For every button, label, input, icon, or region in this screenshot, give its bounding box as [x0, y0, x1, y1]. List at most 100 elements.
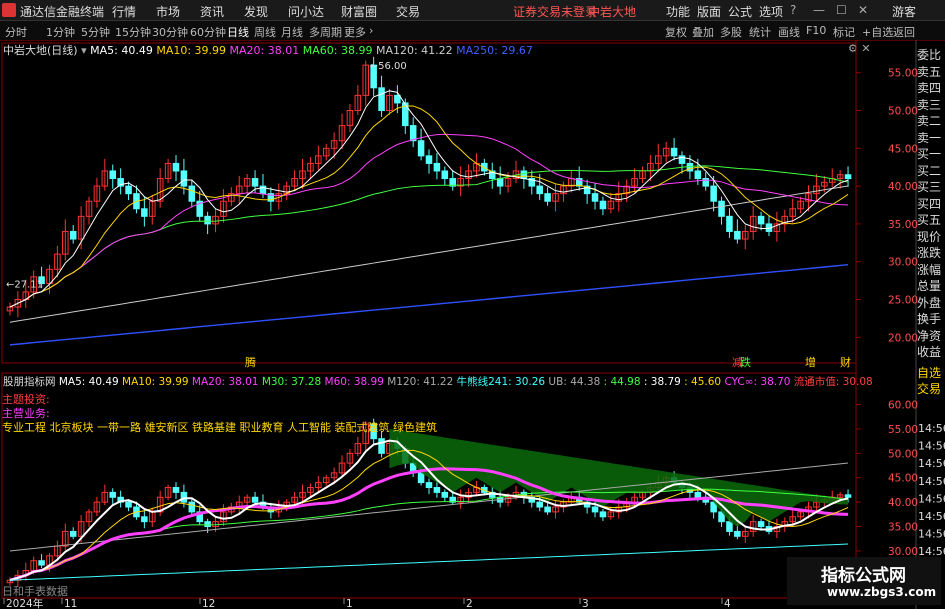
indicator-value-6: 牛熊线241: 30.26 [453, 376, 546, 388]
menu-item-discover[interactable]: 发现 [244, 3, 268, 20]
login-notice[interactable]: 证券交易未登录 [513, 3, 597, 20]
ind-candle-body [172, 487, 180, 493]
ma250-line [9, 264, 849, 346]
candle-body [496, 178, 504, 187]
candle-body [726, 215, 733, 232]
event-label: 腾 [245, 355, 256, 369]
more-chevron-icon[interactable]: › [369, 24, 373, 37]
candle-body [599, 200, 607, 210]
side-item-16[interactable]: 换手 [917, 311, 945, 328]
menu-item-formula[interactable]: 公式 [728, 3, 752, 20]
period-tab-1min[interactable]: 1分钟 [46, 24, 75, 40]
side-item-18[interactable]: 收益 [917, 344, 945, 361]
side-item-5[interactable]: 卖一 [917, 130, 945, 147]
side-item-19[interactable]: 自选 [917, 365, 945, 382]
candle-body [544, 193, 551, 202]
price-tick-label: 35.00 [888, 219, 918, 231]
menu-item-wealth[interactable]: 财富圈 [341, 3, 377, 20]
indicator-title: 股朋指标网 [3, 376, 56, 388]
menu-item-function[interactable]: 功能 [666, 3, 690, 20]
back-button[interactable]: 返回 [893, 24, 915, 40]
side-item-14[interactable]: 总量 [917, 278, 945, 295]
time-label: 14:56 [918, 440, 945, 453]
candle-body [757, 215, 765, 225]
side-item-7[interactable]: 买二 [917, 163, 945, 180]
candle-body [433, 162, 441, 172]
period-tab-5min[interactable]: 5分钟 [81, 24, 110, 40]
add-favorite-button[interactable]: +自选 [862, 24, 893, 40]
adjust-button[interactable]: 复权 [665, 24, 687, 40]
side-item-6[interactable]: 买一 [917, 146, 945, 163]
side-item-15[interactable]: 外盘 [917, 295, 945, 312]
stock-name-header: 中岩大地 [588, 5, 637, 19]
period-tab-60min[interactable]: 60分钟 [190, 24, 226, 40]
period-tab-15min[interactable]: 15分钟 [115, 24, 151, 40]
side-item-20[interactable]: 交易 [917, 381, 945, 398]
price-tick-label: 20.00 [888, 332, 918, 344]
side-item-17[interactable]: 净资 [917, 328, 945, 345]
menu-item-assistant[interactable]: 问小达 [288, 3, 324, 20]
side-item-1[interactable]: 卖五 [917, 64, 945, 81]
event-label: 财 [840, 355, 851, 369]
event-label: 跌 [740, 355, 751, 369]
candle-body [441, 170, 449, 180]
period-tab-weekly[interactable]: 周线 [254, 24, 276, 40]
multi-stock-button[interactable]: 多股 [720, 24, 742, 40]
ind-candle-body [591, 506, 599, 513]
side-item-0[interactable]: 委比 [917, 47, 945, 64]
menu-item-market[interactable]: 行情 [112, 3, 136, 20]
period-tab-30min[interactable]: 30分钟 [152, 24, 188, 40]
overlay-button[interactable]: 叠加 [692, 24, 714, 40]
indicator-value-2: MA20: 38.01 [188, 376, 259, 388]
side-item-10[interactable]: 买五 [917, 212, 945, 229]
side-item-4[interactable]: 卖二 [917, 113, 945, 130]
side-item-9[interactable]: 买四 [917, 196, 945, 213]
period-tab-timeshare[interactable]: 分时 [5, 24, 27, 40]
side-item-3[interactable]: 卖三 [917, 97, 945, 114]
period-tab-multi[interactable]: 多周期 [309, 24, 342, 40]
menu-item-options[interactable]: 选项 [759, 3, 783, 20]
price-tick-label: 25.00 [888, 295, 918, 307]
side-item-2[interactable]: 卖四 [917, 80, 945, 97]
draw-line-button[interactable]: 画线 [778, 24, 800, 40]
mark-button[interactable]: 标记 [833, 24, 855, 40]
side-item-8[interactable]: 买三 [917, 179, 945, 196]
kline-chart[interactable]: 55.00 50.00 45.00 40.00 35.00 30.00 25.00 20.00… [0, 40, 945, 609]
candle-body [69, 230, 77, 240]
indicator-value-3: M30: 37.28 [258, 376, 322, 388]
menu-item-trade[interactable]: 交易 [396, 3, 420, 20]
side-item-11[interactable]: 现价 [917, 229, 945, 246]
help-icon[interactable]: ? [790, 3, 796, 17]
f10-button[interactable]: F10 [806, 24, 826, 37]
ind-candle-body [694, 491, 702, 498]
indicator-value-7: UB: 44.38 [545, 376, 601, 388]
menu-item-layout[interactable]: 版面 [697, 3, 721, 20]
x-axis-label: 1 [346, 598, 353, 609]
price-tick-label: 55.00 [888, 68, 918, 80]
close-icon[interactable]: ✕ [858, 3, 868, 17]
user-label[interactable]: 游客 [892, 3, 916, 20]
ind-candle-body [38, 560, 45, 566]
side-item-12[interactable]: 涨跌 [917, 245, 945, 262]
period-toolbar: 分时 1分钟 5分钟 15分钟 30分钟 60分钟 日线 周线 月线 多周期 更… [0, 21, 945, 41]
ind-candle-body [188, 501, 196, 513]
period-tab-daily[interactable]: 日线 [227, 24, 249, 40]
menu-item-markets[interactable]: 市场 [156, 3, 180, 20]
menu-item-news[interactable]: 资讯 [200, 3, 224, 20]
ind-tick-label: 40.00 [888, 497, 918, 509]
candle-body [125, 185, 132, 195]
candle-body [694, 170, 702, 180]
period-tab-more[interactable]: 更多 [344, 24, 366, 40]
stats-button[interactable]: 统计 [749, 24, 771, 40]
maximize-icon[interactable]: ☐ [836, 3, 847, 17]
side-item-13[interactable]: 涨幅 [917, 262, 945, 279]
price-tick-label: 30.00 [888, 257, 918, 269]
minimize-icon[interactable]: — [813, 3, 825, 17]
ind-candle-body [544, 506, 551, 513]
x-axis-label: 11 [64, 598, 77, 609]
period-tab-monthly[interactable]: 月线 [281, 24, 303, 40]
ind-candle-body [433, 487, 441, 493]
price-tick-label: 50.00 [888, 105, 918, 117]
candle-body [520, 170, 528, 180]
candle-body [844, 174, 852, 180]
